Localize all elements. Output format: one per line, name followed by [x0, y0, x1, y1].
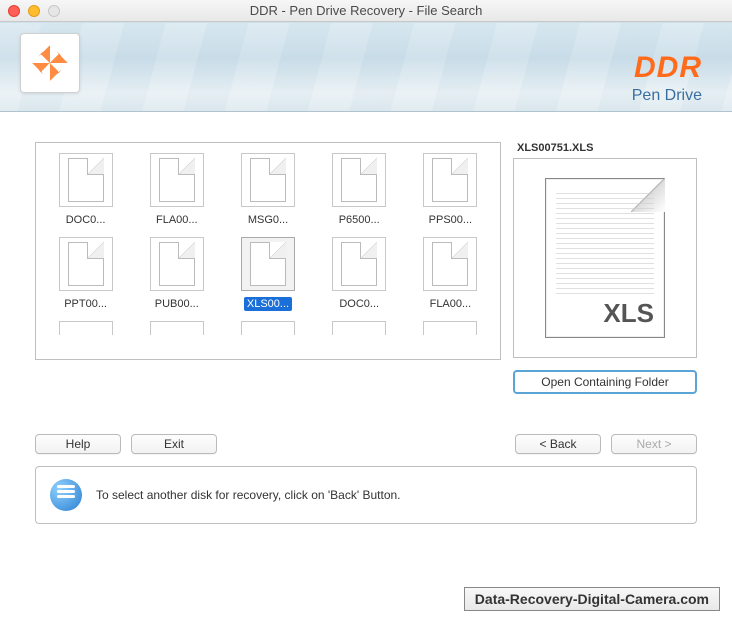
preview-column: XLS00751.XLS XLS Open Containing Folder	[513, 142, 697, 394]
file-item[interactable]: MSG0...	[224, 153, 311, 227]
file-label: DOC0...	[336, 297, 382, 311]
help-button[interactable]: Help	[35, 434, 121, 454]
document-icon	[59, 237, 113, 291]
exit-button[interactable]: Exit	[131, 434, 217, 454]
file-item[interactable]	[407, 321, 494, 335]
preview-box: XLS	[513, 158, 697, 358]
preview-document-icon: XLS	[545, 178, 665, 338]
nav-row: Help Exit < Back Next >	[0, 394, 732, 462]
file-label: XLS00...	[244, 297, 292, 311]
file-item[interactable]: PPT00...	[42, 237, 129, 311]
logo-icon	[32, 45, 68, 81]
header-banner: DDR Pen Drive	[0, 22, 732, 112]
file-item[interactable]	[133, 321, 220, 335]
document-icon	[241, 237, 295, 291]
back-button[interactable]: < Back	[515, 434, 601, 454]
file-item[interactable]: PUB00...	[133, 237, 220, 311]
file-grid-panel[interactable]: DOC0... FLA00... MSG0... P6500... PPS00.…	[35, 142, 501, 360]
content-area: DOC0... FLA00... MSG0... P6500... PPS00.…	[0, 112, 732, 394]
brand-name: DDR	[632, 51, 702, 85]
brand-product: Pen Drive	[632, 87, 702, 105]
app-logo	[20, 33, 80, 93]
window-title: DDR - Pen Drive Recovery - File Search	[0, 3, 732, 18]
file-label: FLA00...	[153, 213, 201, 227]
file-label: MSG0...	[245, 213, 291, 227]
document-icon	[150, 321, 204, 335]
preview-ext: XLS	[603, 298, 654, 329]
hint-box: To select another disk for recovery, cli…	[35, 466, 697, 524]
open-containing-folder-button[interactable]: Open Containing Folder	[513, 370, 697, 394]
file-item[interactable]: P6500...	[316, 153, 403, 227]
file-grid: DOC0... FLA00... MSG0... P6500... PPS00.…	[42, 153, 494, 335]
file-label: PPS00...	[426, 213, 475, 227]
info-icon	[50, 479, 82, 511]
document-icon	[150, 153, 204, 207]
document-icon	[59, 153, 113, 207]
document-icon	[241, 321, 295, 335]
file-label: DOC0...	[63, 213, 109, 227]
document-icon	[332, 237, 386, 291]
document-icon	[59, 321, 113, 335]
file-label: FLA00...	[427, 297, 475, 311]
document-icon	[332, 321, 386, 335]
document-icon	[241, 153, 295, 207]
document-icon	[423, 153, 477, 207]
file-item[interactable]: DOC0...	[42, 153, 129, 227]
file-item-selected[interactable]: XLS00...	[224, 237, 311, 311]
next-button: Next >	[611, 434, 697, 454]
file-label: PUB00...	[152, 297, 202, 311]
document-icon	[150, 237, 204, 291]
titlebar: DDR - Pen Drive Recovery - File Search	[0, 0, 732, 22]
document-icon	[423, 237, 477, 291]
file-label: P6500...	[336, 213, 383, 227]
document-icon	[423, 321, 477, 335]
file-item[interactable]: DOC0...	[316, 237, 403, 311]
file-item[interactable]	[224, 321, 311, 335]
file-label: PPT00...	[61, 297, 110, 311]
file-item[interactable]: FLA00...	[133, 153, 220, 227]
file-item[interactable]: PPS00...	[407, 153, 494, 227]
watermark: Data-Recovery-Digital-Camera.com	[464, 587, 720, 611]
file-item[interactable]: FLA00...	[407, 237, 494, 311]
file-item[interactable]	[316, 321, 403, 335]
hint-text: To select another disk for recovery, cli…	[96, 488, 401, 502]
file-item[interactable]	[42, 321, 129, 335]
document-icon	[332, 153, 386, 207]
brand-block: DDR Pen Drive	[632, 51, 702, 105]
preview-filename: XLS00751.XLS	[513, 142, 697, 154]
